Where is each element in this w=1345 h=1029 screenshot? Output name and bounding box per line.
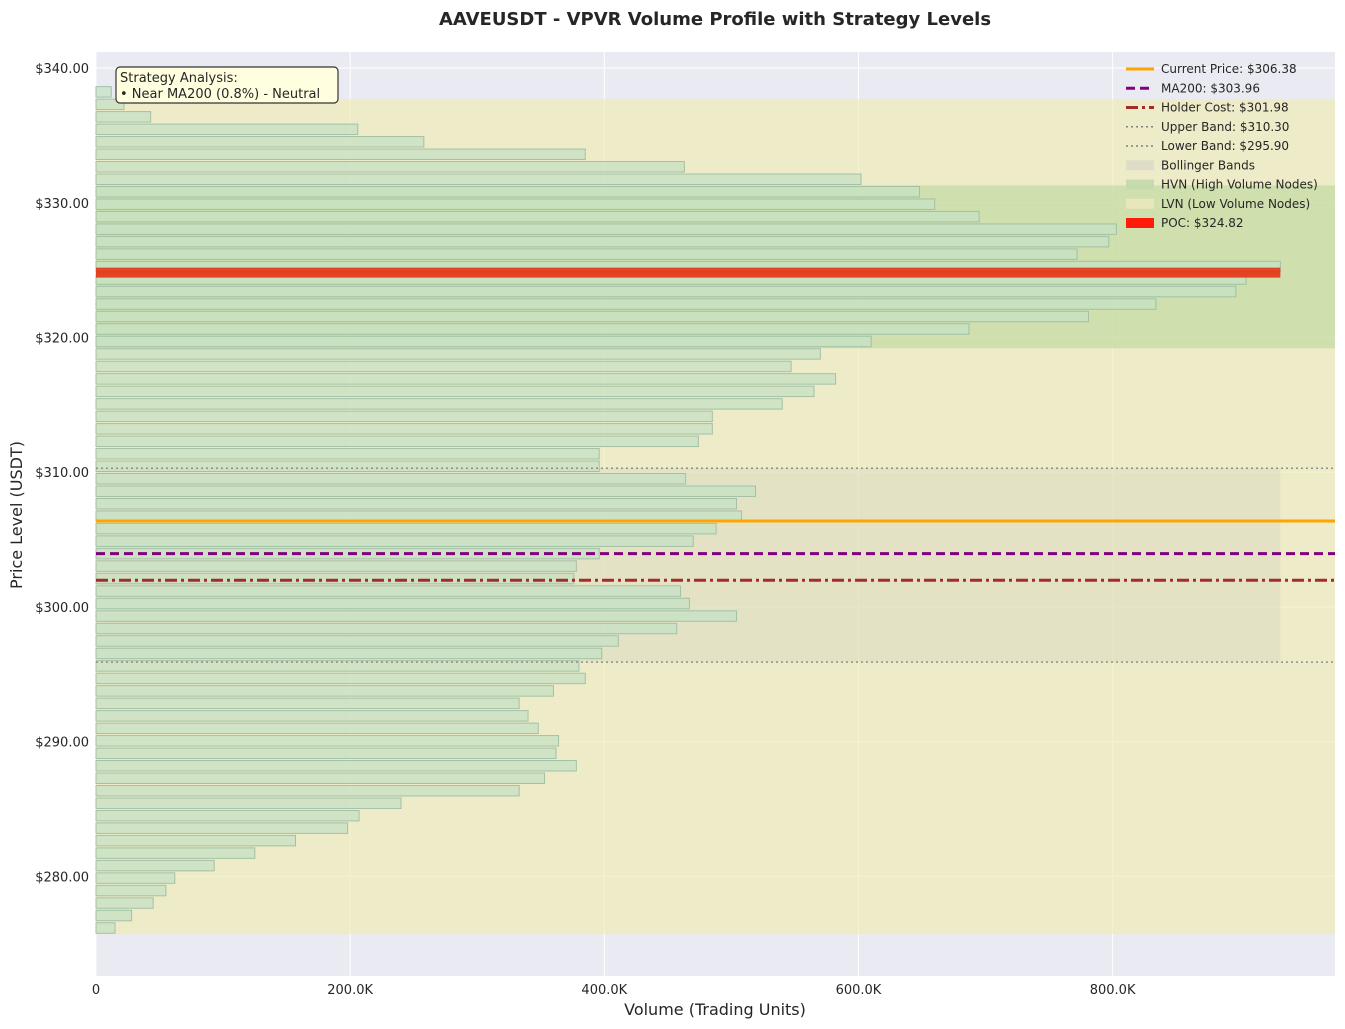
poc-bar [96, 267, 1281, 278]
y-tick-label: $320.00 [35, 332, 89, 347]
plot-area [95, 52, 1335, 976]
volume-bar [95, 747, 557, 760]
x-tick-label: 0 [92, 983, 100, 998]
volume-bar [95, 635, 619, 647]
volume-bar [95, 198, 936, 210]
volume-bar [95, 136, 425, 148]
legend-entry: LVN (Low Volume Nodes) [1161, 197, 1310, 211]
volume-bar [95, 697, 520, 710]
volume-bar [95, 323, 970, 335]
legend-entry: Lower Band: $295.90 [1161, 139, 1289, 153]
volume-bar [95, 672, 586, 685]
volume-bar [95, 822, 349, 834]
y-tick-label: $340.00 [35, 62, 89, 77]
volume-bar [95, 535, 694, 547]
volume-bar [95, 473, 687, 485]
volume-bar [95, 485, 757, 497]
legend-swatch [1126, 160, 1154, 171]
volume-bar [95, 335, 872, 348]
volume-bar [95, 460, 600, 473]
volume-bar [95, 784, 520, 797]
y-tick-label: $310.00 [35, 466, 89, 481]
legend-entry: Current Price: $306.38 [1161, 62, 1297, 76]
volume-bar [95, 897, 154, 909]
volume-bar [95, 248, 1078, 260]
legend-entry: HVN (High Volume Nodes) [1161, 178, 1318, 192]
volume-bar [95, 622, 678, 635]
volume-bar [95, 235, 1110, 248]
volume-bar [95, 872, 176, 884]
volume-bar [95, 223, 1117, 235]
legend-entry: Upper Band: $310.30 [1161, 120, 1289, 134]
volume-bar [95, 373, 837, 385]
volume-bar [95, 123, 359, 136]
vpvr-chart: AAVEUSDT - VPVR Volume Profile with Stra… [7, 9, 1335, 1019]
volume-bar [95, 859, 215, 872]
y-tick-label: $290.00 [35, 736, 89, 751]
volume-bar [95, 722, 539, 735]
volume-bar [95, 809, 360, 822]
volume-bar [95, 310, 1089, 323]
legend-swatch [1126, 179, 1154, 190]
volume-bar [95, 86, 112, 98]
volume-bar [95, 111, 152, 123]
strategy-annotation-line: Strategy Analysis: [120, 71, 238, 86]
volume-bar [95, 435, 699, 448]
y-tick-label: $330.00 [35, 197, 89, 212]
x-tick-label: 400.0K [581, 983, 627, 998]
volume-bar [95, 735, 560, 747]
volume-bar [95, 760, 577, 772]
volume-bar [95, 423, 713, 435]
volume-bar [95, 285, 1237, 298]
legend-entry: MA200: $303.96 [1161, 81, 1260, 95]
volume-bar [95, 398, 783, 410]
volume-bar [95, 448, 600, 460]
volume-bar [95, 348, 821, 360]
volume-bar [95, 884, 167, 897]
volume-bar [95, 185, 920, 198]
volume-bar [95, 585, 682, 597]
volume-bar [95, 597, 690, 610]
volume-bar [95, 572, 575, 585]
legend-swatch [1126, 218, 1154, 228]
volume-bar [95, 909, 133, 922]
y-axis-label: Price Level (USDT) [7, 441, 26, 589]
volume-bar [95, 173, 862, 185]
volume-bar [95, 385, 815, 398]
volume-bar [95, 360, 792, 373]
volume-bar [95, 834, 297, 847]
volume-bar [95, 685, 554, 697]
legend-entry: Holder Cost: $301.98 [1161, 101, 1289, 115]
volume-bar [95, 922, 116, 934]
y-tick-label: $300.00 [35, 601, 89, 616]
legend-entry: Bollinger Bands [1161, 158, 1255, 172]
strategy-annotation-line: • Near MA200 (0.8%) - Neutral [120, 87, 320, 102]
legend-entry: POC: $324.82 [1161, 216, 1244, 230]
volume-bar [95, 610, 737, 622]
volume-bar [95, 410, 713, 423]
volume-bar [95, 161, 685, 173]
x-tick-label: 200.0K [327, 983, 373, 998]
volume-bar [95, 560, 577, 572]
x-tick-label: 800.0K [1090, 983, 1136, 998]
volume-bar [95, 497, 737, 510]
legend-swatch [1126, 198, 1154, 209]
y-tick-label: $280.00 [35, 870, 89, 885]
chart-title: AAVEUSDT - VPVR Volume Profile with Stra… [439, 9, 991, 30]
x-axis-label: Volume (Trading Units) [624, 1000, 806, 1019]
volume-bar [95, 647, 603, 660]
volume-bar [95, 522, 717, 535]
volume-bar [95, 210, 980, 223]
volume-bar [95, 148, 586, 161]
volume-bar [95, 797, 402, 809]
volume-bar [95, 710, 529, 722]
volume-bar [95, 847, 256, 859]
volume-bar [95, 772, 546, 784]
x-tick-label: 600.0K [836, 983, 882, 998]
volume-bar [95, 298, 1157, 310]
